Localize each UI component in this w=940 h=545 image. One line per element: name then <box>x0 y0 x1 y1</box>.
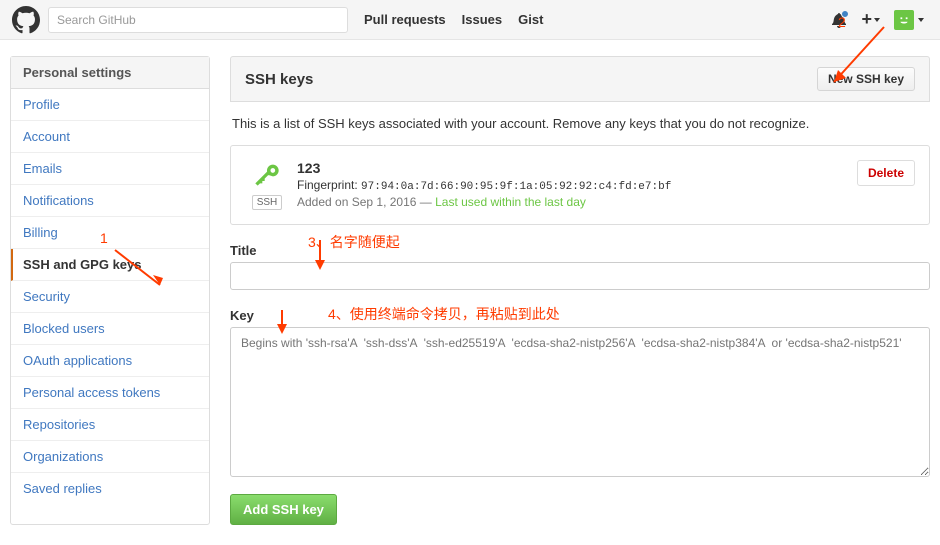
sidebar-item-personal-access-tokens[interactable]: Personal access tokens <box>11 377 209 409</box>
sidebar-item-emails[interactable]: Emails <box>11 153 209 185</box>
new-ssh-key-button[interactable]: New SSH key <box>817 67 915 91</box>
sidebar-item-saved-replies[interactable]: Saved replies <box>11 473 209 504</box>
sidebar-item-notifications[interactable]: Notifications <box>11 185 209 217</box>
title-label: Title <box>230 243 930 258</box>
search-input[interactable]: Search GitHub <box>48 7 348 33</box>
notification-dot <box>841 10 849 18</box>
sidebar-item-organizations[interactable]: Organizations <box>11 441 209 473</box>
nav-gist[interactable]: Gist <box>518 12 543 27</box>
key-textarea[interactable] <box>230 327 930 477</box>
user-menu[interactable] <box>894 10 924 30</box>
sidebar-header: Personal settings <box>11 57 209 89</box>
search-placeholder: Search GitHub <box>57 13 136 27</box>
sidebar-item-billing[interactable]: Billing <box>11 217 209 249</box>
sidebar-item-oauth-applications[interactable]: OAuth applications <box>11 345 209 377</box>
last-used: Last used within the last day <box>435 195 586 209</box>
sidebar-item-profile[interactable]: Profile <box>11 89 209 121</box>
sidebar-item-security[interactable]: Security <box>11 281 209 313</box>
avatar-icon <box>894 10 914 30</box>
nav-pull-requests[interactable]: Pull requests <box>364 12 446 27</box>
panel-title: SSH keys <box>245 71 313 88</box>
sidebar-item-ssh-and-gpg-keys[interactable]: SSH and GPG keys <box>11 249 209 281</box>
delete-key-button[interactable]: Delete <box>857 160 915 186</box>
title-input[interactable] <box>230 262 930 290</box>
panel-description: This is a list of SSH keys associated wi… <box>230 102 930 145</box>
add-ssh-key-button[interactable]: Add SSH key <box>230 494 337 525</box>
key-label: Key <box>230 308 930 323</box>
fingerprint-value: 97:94:0a:7d:66:90:95:9f:1a:05:92:92:c4:f… <box>361 181 671 193</box>
key-name: 123 <box>297 160 915 176</box>
notifications-icon[interactable] <box>831 12 847 28</box>
github-logo-icon[interactable] <box>12 6 40 34</box>
create-new-menu[interactable]: + <box>861 9 880 30</box>
sidebar-item-repositories[interactable]: Repositories <box>11 409 209 441</box>
nav-issues[interactable]: Issues <box>462 12 502 27</box>
key-icon <box>253 176 281 191</box>
ssh-key-item: SSH 123 Fingerprint: 97:94:0a:7d:66:90:9… <box>230 145 930 225</box>
sidebar-item-account[interactable]: Account <box>11 121 209 153</box>
ssh-badge: SSH <box>252 195 283 210</box>
sidebar-item-blocked-users[interactable]: Blocked users <box>11 313 209 345</box>
added-date: Added on Sep 1, 2016 — <box>297 195 435 209</box>
fp-label: Fingerprint: <box>297 178 358 192</box>
